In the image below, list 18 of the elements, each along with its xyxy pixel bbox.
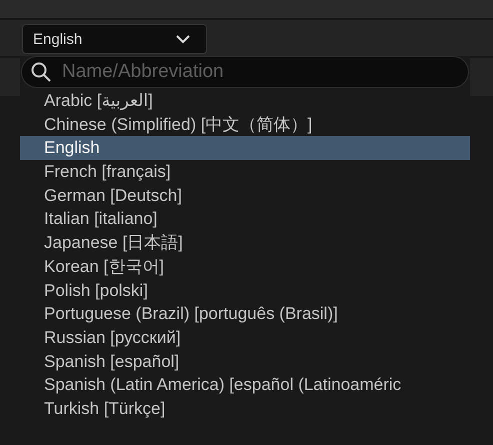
language-option[interactable]: Spanish (Latin America) [español (Latinoaméric [20,373,470,397]
language-option[interactable]: Arabic [العربية] [20,89,470,113]
language-option[interactable]: Polish [polski] [20,278,470,302]
language-dropdown[interactable]: English [22,24,207,54]
search-icon [31,62,51,82]
language-option[interactable]: Portuguese (Brazil) [português (Brasil)] [20,302,470,326]
language-option[interactable]: German [Deutsch] [20,184,470,208]
language-option[interactable]: Japanese [日本語] [20,231,470,255]
language-option[interactable]: Russian [русский] [20,326,470,350]
language-option[interactable]: Chinese (Simplified) [中文（简体）] [20,112,470,136]
language-option[interactable]: Italian [italiano] [20,207,470,232]
language-option[interactable]: Spanish [español] [20,350,470,374]
language-option[interactable]: French [français] [20,160,470,184]
language-option[interactable]: English [20,136,470,160]
chevron-down-icon [176,34,190,44]
language-option[interactable]: Turkish [Türkçe] [20,396,470,421]
language-option[interactable]: Korean [한국어] [20,254,470,278]
search-field[interactable]: Name/Abbreviation [21,56,469,88]
